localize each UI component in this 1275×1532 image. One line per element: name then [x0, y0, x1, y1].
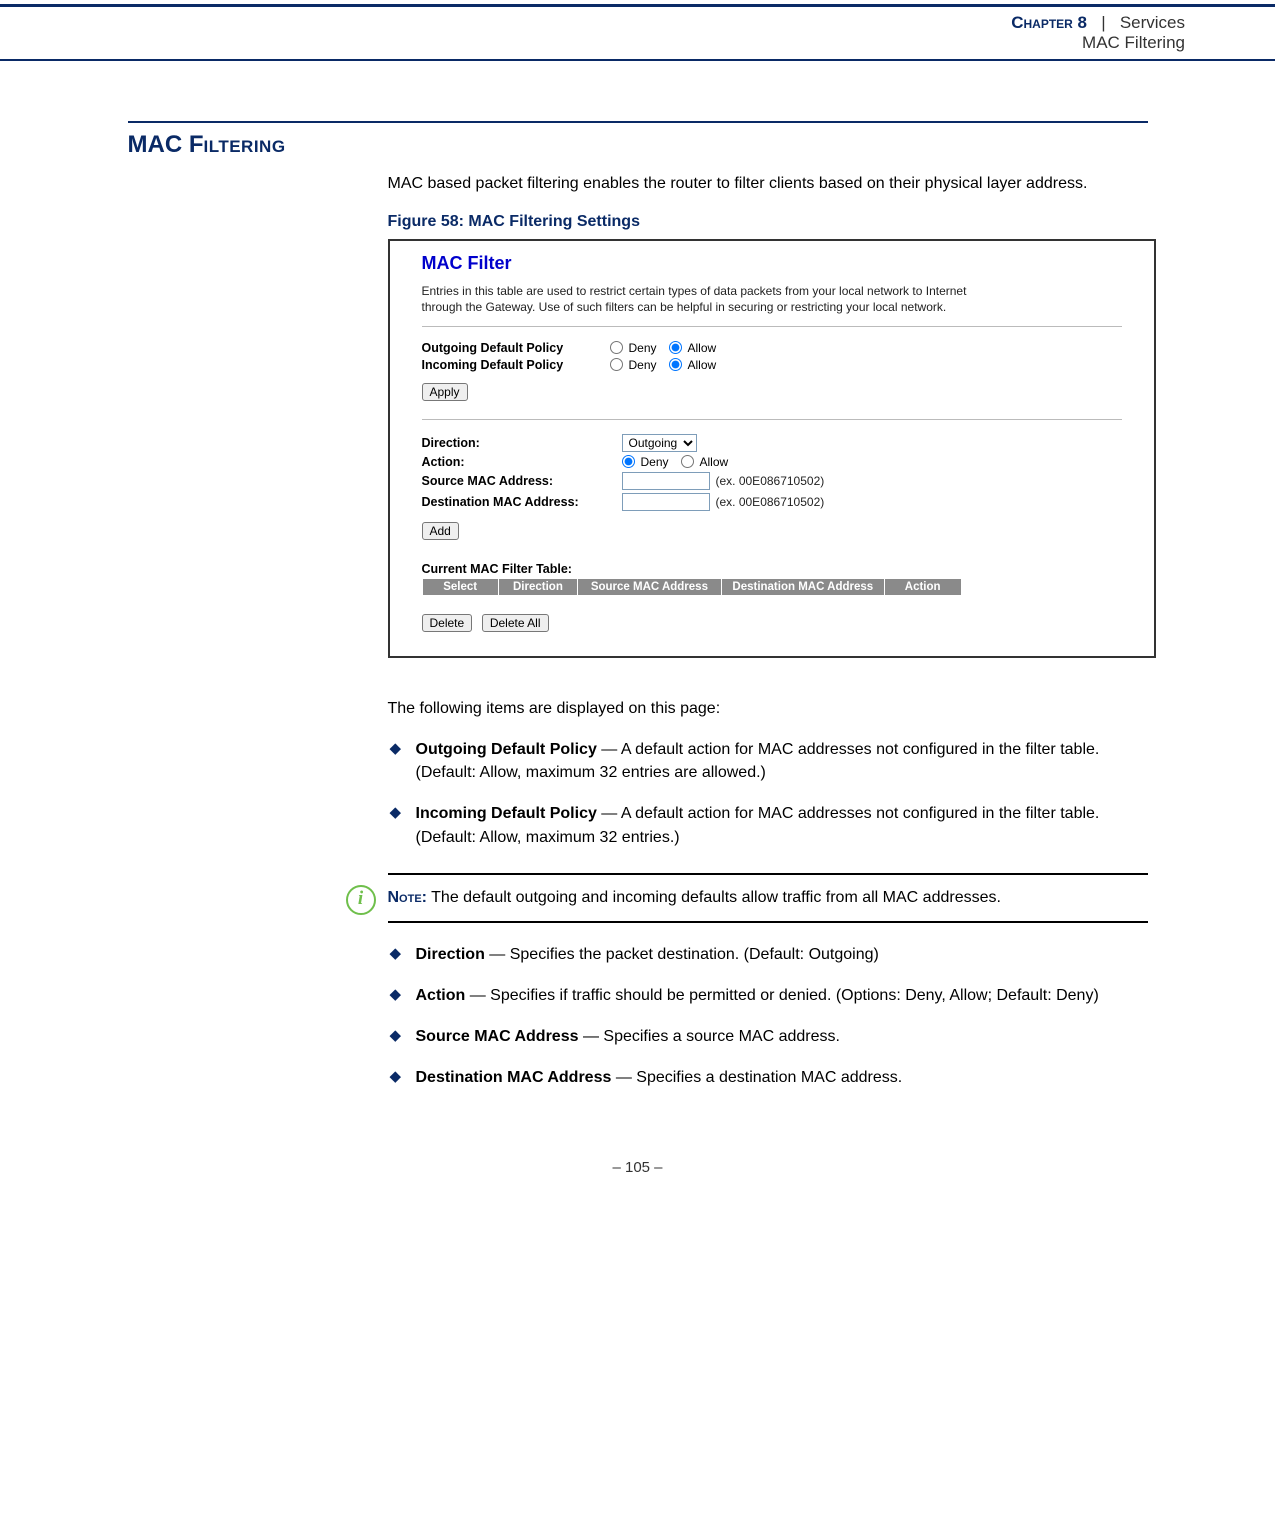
ss-description: Entries in this table are used to restri… — [422, 284, 982, 315]
col-dst: Destination MAC Address — [721, 578, 884, 595]
ss-divider-2 — [422, 419, 1122, 420]
col-direction: Direction — [498, 578, 577, 595]
action-deny-radio[interactable] — [622, 455, 635, 468]
page-header: Chapter 8 | Services MAC Filtering — [0, 7, 1275, 59]
items-list-2: Direction — Specifies the packet destina… — [388, 943, 1148, 1090]
item-term: Action — [416, 987, 466, 1004]
direction-select[interactable]: Outgoing — [622, 434, 697, 452]
list-item: Destination MAC Address — Specifies a de… — [416, 1066, 1148, 1089]
list-item: Direction — Specifies the packet destina… — [416, 943, 1148, 966]
outgoing-allow-label: Allow — [688, 341, 717, 355]
page-content: MAC Filtering MAC based packet filtering… — [128, 121, 1148, 1176]
item-term: Incoming Default Policy — [416, 805, 597, 822]
incoming-deny-radio[interactable] — [610, 358, 623, 371]
item-desc: — Specifies if traffic should be permitt… — [465, 987, 1098, 1004]
action-allow-radio[interactable] — [681, 455, 694, 468]
body-column: MAC based packet filtering enables the r… — [388, 173, 1148, 1089]
figure-caption: Figure 58: MAC Filtering Settings — [388, 213, 1148, 231]
dst-mac-hint: (ex. 00E086710502) — [716, 495, 825, 509]
list-item: Incoming Default Policy — A default acti… — [416, 802, 1148, 848]
item-term: Direction — [416, 946, 485, 963]
note-text: The default outgoing and incoming defaul… — [427, 889, 1001, 906]
outgoing-policy-label: Outgoing Default Policy — [422, 341, 602, 355]
direction-label: Direction: — [422, 436, 622, 450]
src-mac-hint: (ex. 00E086710502) — [716, 474, 825, 488]
section-title-prefix: MAC F — [128, 131, 204, 158]
items-intro: The following items are displayed on thi… — [388, 698, 1148, 720]
outgoing-allow-radio[interactable] — [669, 341, 682, 354]
action-deny-label: Deny — [641, 455, 669, 469]
action-row: Action: Deny Allow — [422, 455, 1122, 469]
list-item: Source MAC Address — Specifies a source … — [416, 1025, 1148, 1048]
src-mac-input[interactable] — [622, 472, 710, 490]
src-mac-row: Source MAC Address: (ex. 00E086710502) — [422, 472, 1122, 490]
dst-mac-row: Destination MAC Address: (ex. 00E0867105… — [422, 493, 1122, 511]
note-block: i Note: The default outgoing and incomin… — [388, 873, 1148, 923]
list-item: Outgoing Default Policy — A default acti… — [416, 738, 1148, 784]
col-select: Select — [422, 578, 498, 595]
section-title-rest: iltering — [203, 131, 285, 158]
outgoing-deny-label: Deny — [629, 341, 657, 355]
incoming-policy-label: Incoming Default Policy — [422, 358, 602, 372]
filter-table-title: Current MAC Filter Table: — [422, 562, 1122, 576]
items-list-1: Outgoing Default Policy — A default acti… — [388, 738, 1148, 849]
item-term: Outgoing Default Policy — [416, 741, 597, 758]
ss-divider-1 — [422, 326, 1122, 327]
outgoing-policy-row: Outgoing Default Policy Deny Allow — [422, 341, 1122, 355]
section-top-rule — [128, 121, 1148, 123]
apply-button[interactable]: Apply — [422, 383, 468, 401]
delete-button[interactable]: Delete — [422, 614, 473, 632]
list-item: Action — Specifies if traffic should be … — [416, 984, 1148, 1007]
screenshot-figure: MAC Filter Entries in this table are use… — [388, 239, 1156, 657]
dst-mac-label: Destination MAC Address: — [422, 495, 622, 509]
item-desc: — Specifies a destination MAC address. — [611, 1069, 902, 1086]
page-number: – 105 – — [128, 1159, 1148, 1176]
action-label: Action: — [422, 455, 622, 469]
header-subtitle: MAC Filtering — [0, 33, 1185, 53]
info-icon: i — [346, 885, 376, 915]
intro-paragraph: MAC based packet filtering enables the r… — [388, 173, 1148, 195]
outgoing-deny-radio[interactable] — [610, 341, 623, 354]
item-term: Destination MAC Address — [416, 1069, 612, 1086]
action-allow-label: Allow — [700, 455, 729, 469]
ss-heading: MAC Filter — [422, 253, 1122, 274]
filter-table: Select Direction Source MAC Address Dest… — [422, 578, 962, 596]
item-desc: — Specifies a source MAC address. — [579, 1028, 840, 1045]
direction-row: Direction: Outgoing — [422, 434, 1122, 452]
add-button[interactable]: Add — [422, 522, 459, 540]
src-mac-label: Source MAC Address: — [422, 474, 622, 488]
incoming-allow-label: Allow — [688, 358, 717, 372]
section-title: MAC Filtering — [128, 131, 1148, 159]
col-action: Action — [884, 578, 961, 595]
item-term: Source MAC Address — [416, 1028, 579, 1045]
incoming-policy-row: Incoming Default Policy Deny Allow — [422, 358, 1122, 372]
header-separator: | — [1092, 13, 1115, 32]
incoming-deny-label: Deny — [629, 358, 657, 372]
header-bottom-rule — [0, 59, 1275, 61]
note-label: Note: — [388, 889, 428, 906]
chapter-label: Chapter 8 — [1011, 13, 1087, 32]
col-src: Source MAC Address — [578, 578, 722, 595]
header-services: Services — [1120, 13, 1185, 32]
item-desc: — Specifies the packet destination. (Def… — [485, 946, 879, 963]
incoming-allow-radio[interactable] — [669, 358, 682, 371]
dst-mac-input[interactable] — [622, 493, 710, 511]
delete-all-button[interactable]: Delete All — [482, 614, 549, 632]
